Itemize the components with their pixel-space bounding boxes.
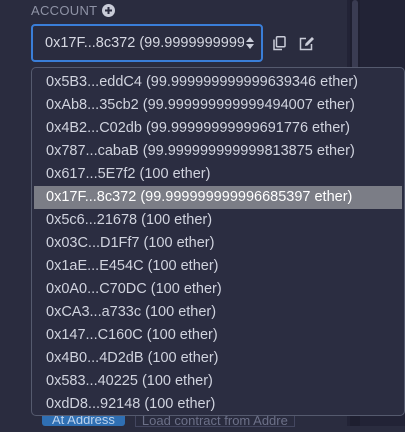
account-option[interactable]: 0x1aE...E454C (100 ether) xyxy=(32,255,404,278)
account-option[interactable]: 0x03C...D1Ff7 (100 ether) xyxy=(32,232,404,255)
copy-icon[interactable] xyxy=(272,36,286,56)
account-option[interactable]: 0x4B0...4D2dB (100 ether) xyxy=(32,347,404,370)
account-option[interactable]: 0x5c6...21678 (100 ether) xyxy=(32,209,404,232)
account-option[interactable]: 0xAb8...35cb2 (99.999999999999494007 eth… xyxy=(32,94,404,117)
account-select-value: 0x17F...8c372 (99.99999999999996685397 e… xyxy=(45,35,244,51)
plus-circle-icon[interactable] xyxy=(102,4,116,17)
scrollbar-thumb[interactable] xyxy=(352,0,358,70)
account-label-row: ACCOUNT xyxy=(31,3,116,18)
account-option[interactable]: 0x583...40225 (100 ether) xyxy=(32,370,404,393)
account-option[interactable]: 0xdD8...92148 (100 ether) xyxy=(32,393,404,415)
account-label: ACCOUNT xyxy=(31,3,98,18)
account-select[interactable]: 0x17F...8c372 (99.99999999999996685397 e… xyxy=(31,24,263,62)
account-option-selected[interactable]: 0x17F...8c372 (99.999999999996685397 eth… xyxy=(34,186,402,209)
account-option[interactable]: 0x0A0...C70DC (100 ether) xyxy=(32,278,404,301)
chevron-up-down-icon xyxy=(244,37,256,49)
account-option[interactable]: 0x147...C160C (100 ether) xyxy=(32,324,404,347)
account-option[interactable]: 0x4B2...C02db (99.99999999999691776 ethe… xyxy=(32,117,404,140)
account-dropdown-list: 0x5B3...eddC4 (99.999999999999639346 eth… xyxy=(31,67,405,416)
edit-icon[interactable] xyxy=(299,36,315,56)
account-option[interactable]: 0x5B3...eddC4 (99.999999999999639346 eth… xyxy=(32,71,404,94)
account-option[interactable]: 0x787...cabaB (99.999999999999813875 eth… xyxy=(32,140,404,163)
account-option[interactable]: 0xCA3...a733c (100 ether) xyxy=(32,301,404,324)
account-option[interactable]: 0x617...5E7f2 (100 ether) xyxy=(32,163,404,186)
